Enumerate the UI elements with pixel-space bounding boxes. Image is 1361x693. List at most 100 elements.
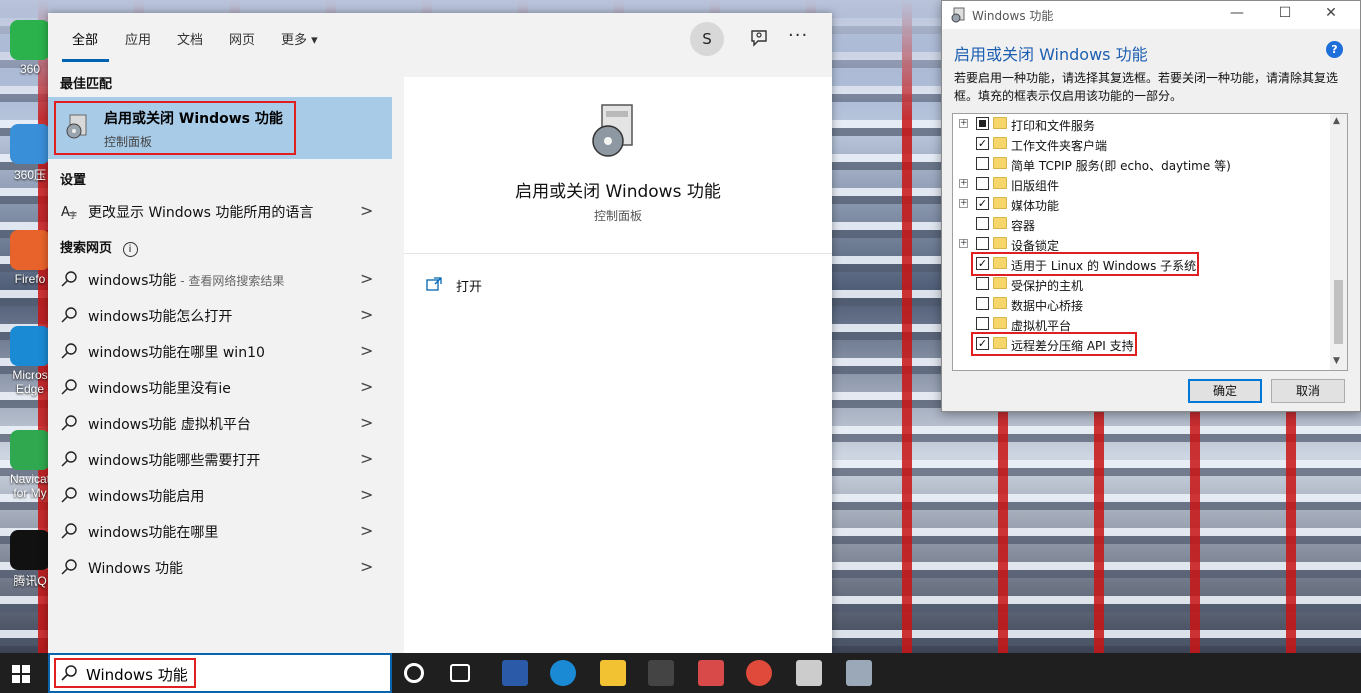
feature-item[interactable]: + 旧版组件 [953,174,1331,194]
feature-checkbox[interactable] [976,317,989,330]
feature-item[interactable]: 虚拟机平台 [953,314,1331,334]
search-input[interactable] [86,661,376,687]
shortcut-icon [10,124,50,164]
desktop-shortcut[interactable]: 360压 [6,124,54,183]
feedback-icon[interactable] [748,27,772,51]
tab-documents[interactable]: 文档 [177,29,203,48]
feature-checkbox[interactable] [976,117,989,130]
web-result-row[interactable]: windows功能哪些需要打开 > [48,441,392,477]
tab-more[interactable]: 更多 ▾ [281,29,318,48]
chrome-icon[interactable] [746,660,772,686]
active-tab-underline [62,59,109,62]
minimize-icon[interactable]: — [1224,5,1250,25]
desktop-shortcut[interactable]: Firefo [6,230,54,286]
web-result-row[interactable]: windows功能 - 查看网络搜索结果 > [48,261,392,297]
search-icon [61,415,77,431]
feature-checkbox[interactable] [976,297,989,310]
feature-checkbox[interactable]: ✓ [976,137,989,150]
feature-checkbox[interactable] [976,217,989,230]
language-icon: A 字 [61,205,77,220]
web-result-text: windows功能在哪里 win10 [88,345,265,361]
cortana-icon[interactable] [404,663,424,683]
web-result-row[interactable]: windows功能在哪里 win10 > [48,333,392,369]
edge-icon[interactable] [550,660,576,686]
file-explorer-icon[interactable] [600,660,626,686]
taskbar-search-box[interactable] [48,653,392,693]
feature-item[interactable]: 数据中心桥接 [953,294,1331,314]
maximize-icon[interactable]: ☐ [1272,5,1298,25]
desktop-shortcut[interactable]: 360 [6,20,54,76]
settings-result-language[interactable]: A 字 更改显示 Windows 功能所用的语言 > [48,193,392,229]
settings-result-label: 更改显示 Windows 功能所用的语言 [88,205,314,221]
store-icon[interactable] [648,660,674,686]
tree-scrollbar[interactable]: ▲ ▼ [1330,114,1347,370]
shortcut-icon [10,326,50,366]
web-result-row[interactable]: windows功能在哪里 > [48,513,392,549]
dialog-titlebar[interactable]: Windows 功能 — ☐ ✕ [942,1,1360,29]
desktop-shortcut[interactable]: Navicat for My [6,430,54,500]
chevron-right-icon: > [360,201,374,220]
open-action[interactable]: 打开 [426,273,626,299]
web-result-text: windows功能在哪里 [88,525,219,541]
taskbar [0,653,1361,693]
expand-icon[interactable]: + [959,119,968,128]
scrollbar-thumb[interactable] [1334,280,1343,344]
more-options-icon[interactable]: ··· [788,25,808,46]
ok-button[interactable]: 确定 [1188,379,1262,403]
feature-item[interactable]: 简单 TCPIP 服务(即 echo、daytime 等) [953,154,1331,174]
info-icon[interactable]: i [122,242,138,257]
shortcut-icon [10,530,50,570]
expand-icon[interactable]: + [959,239,968,248]
web-result-row[interactable]: windows功能启用 > [48,477,392,513]
best-match-result[interactable]: 启用或关闭 Windows 功能 控制面板 [48,97,392,159]
search-icon [61,271,77,287]
feature-item[interactable]: 受保护的主机 [953,274,1331,294]
cancel-button[interactable]: 取消 [1271,379,1345,403]
help-icon[interactable]: ? [1326,41,1343,58]
web-result-row[interactable]: windows功能 虚拟机平台 > [48,405,392,441]
windows-start-icon[interactable] [12,665,30,683]
tab-all[interactable]: 全部 [72,29,98,48]
feature-checkbox[interactable] [976,157,989,170]
expand-icon[interactable]: + [959,179,968,188]
search-icon [61,307,77,323]
scroll-down-icon[interactable]: ▼ [1333,356,1340,366]
desktop-shortcut[interactable]: 腾讯Q [6,530,54,589]
desktop-shortcut[interactable]: Micros Edge [6,326,54,396]
feature-checkbox[interactable] [976,237,989,250]
feature-checkbox[interactable] [976,277,989,290]
section-web-search: 搜索网页 i [60,237,138,257]
tab-apps[interactable]: 应用 [125,29,151,48]
web-result-text: windows功能启用 [88,489,205,505]
scroll-up-icon[interactable]: ▲ [1333,116,1340,126]
powershell-icon[interactable] [502,660,528,686]
web-result-text: Windows 功能 [88,561,183,577]
feature-item[interactable]: 容器 [953,214,1331,234]
annotation-highlight-box [971,332,1137,356]
tab-web[interactable]: 网页 [229,29,255,48]
feature-item[interactable]: + ✓ 媒体功能 [953,194,1331,214]
web-result-row[interactable]: windows功能怎么打开 > [48,297,392,333]
web-result-label: windows功能 - 查看网络搜索结果 [88,270,284,290]
feature-checkbox[interactable]: ✓ [976,197,989,210]
feature-item[interactable]: ✓ 远程差分压缩 API 支持 [953,332,1331,356]
open-action-label: 打开 [456,280,483,295]
close-icon[interactable]: ✕ [1318,5,1344,25]
preview-title: 启用或关闭 Windows 功能 [515,182,721,202]
web-result-row[interactable]: Windows 功能 > [48,549,392,585]
task-view-icon[interactable] [450,664,470,682]
expand-icon[interactable]: + [959,199,968,208]
feature-item[interactable]: ✓ 工作文件夹客户端 [953,134,1331,154]
web-result-row[interactable]: windows功能里没有ie > [48,369,392,405]
preview-subtitle: 控制面板 [593,209,642,223]
app-icon[interactable] [698,660,724,686]
feature-item[interactable]: ✓ 适用于 Linux 的 Windows 子系统 [953,252,1331,276]
feature-item[interactable]: + 打印和文件服务 [953,114,1331,134]
avatar[interactable]: S [690,22,724,56]
dialog-header: 启用或关闭 Windows 功能 [954,45,1148,64]
settings-icon[interactable] [796,660,822,686]
feature-checkbox[interactable] [976,177,989,190]
feature-item[interactable]: + 设备锁定 [953,234,1331,254]
search-icon [61,451,77,467]
control-panel-icon[interactable] [846,660,872,686]
